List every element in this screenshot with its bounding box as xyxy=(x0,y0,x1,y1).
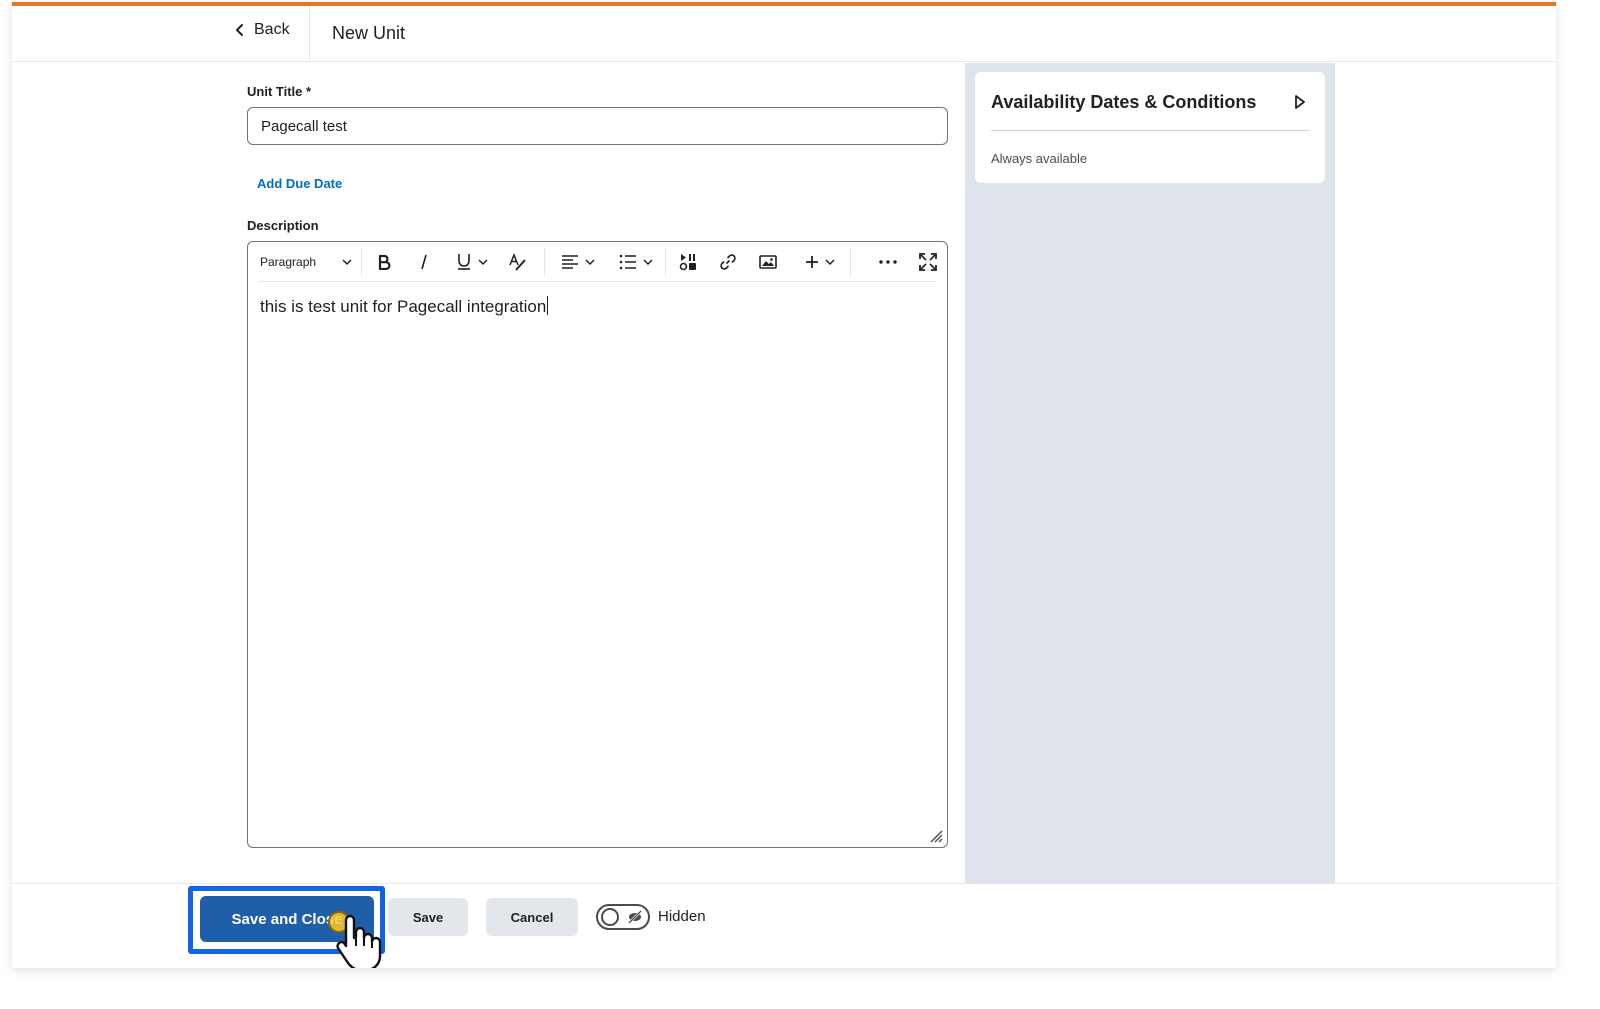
underline-icon xyxy=(458,254,470,270)
insert-stuff-icon xyxy=(679,254,696,271)
cancel-button[interactable]: Cancel xyxy=(486,898,578,936)
editor-content-text: this is test unit for Pagecall integrati… xyxy=(260,297,547,316)
hand-pointer-icon xyxy=(336,914,382,968)
toolbar-separator xyxy=(665,248,666,276)
editor-toolbar: Paragraph xyxy=(248,242,947,282)
align-icon xyxy=(562,255,578,269)
add-menu-button[interactable] xyxy=(800,250,840,274)
paragraph-style-label: Paragraph xyxy=(260,255,317,269)
text-caret xyxy=(547,296,549,315)
more-button[interactable] xyxy=(876,250,900,274)
page-title: New Unit xyxy=(332,23,406,43)
image-icon xyxy=(759,255,777,269)
back-label: Back xyxy=(254,21,290,38)
bold-button[interactable] xyxy=(372,250,396,274)
italic-button[interactable] xyxy=(412,250,436,274)
more-icon xyxy=(879,260,897,264)
insert-stuff-button[interactable] xyxy=(676,250,700,274)
save-button[interactable]: Save xyxy=(388,898,468,936)
unit-title-input[interactable] xyxy=(247,107,948,145)
chevron-down-icon xyxy=(643,259,653,266)
caret-right-icon[interactable] xyxy=(1293,94,1307,110)
add-icon xyxy=(806,256,818,268)
availability-divider xyxy=(991,130,1309,131)
list-icon xyxy=(619,254,636,270)
unit-title-label: Unit Title * xyxy=(247,84,312,99)
editor-window: Back New Unit Availability Dates & Condi… xyxy=(12,2,1556,968)
toolbar-separator xyxy=(850,248,851,276)
chevron-down-icon xyxy=(825,259,835,266)
eye-hidden-icon xyxy=(628,910,642,924)
header-divider xyxy=(309,6,310,62)
list-button[interactable] xyxy=(616,250,656,274)
fullscreen-button[interactable] xyxy=(916,250,940,274)
chevron-down-icon xyxy=(585,259,595,266)
visibility-toggle[interactable] xyxy=(596,904,650,930)
bold-icon xyxy=(378,254,391,270)
toolbar-separator xyxy=(544,248,545,276)
link-icon xyxy=(720,254,736,270)
chevron-left-icon xyxy=(236,24,243,36)
align-button[interactable] xyxy=(558,250,598,274)
chevron-down-icon xyxy=(478,259,488,266)
footer-bar: Save and Close Save Cancel Hidden xyxy=(12,883,1556,968)
back-button[interactable]: Back xyxy=(234,21,290,39)
top-header: Back New Unit xyxy=(12,6,1556,62)
text-style-icon xyxy=(509,253,526,271)
availability-card[interactable]: Availability Dates & Conditions Always a… xyxy=(975,72,1325,183)
text-style-button[interactable] xyxy=(506,250,530,274)
link-button[interactable] xyxy=(716,250,740,274)
resize-handle-icon[interactable] xyxy=(929,829,943,843)
editor-content[interactable]: this is test unit for Pagecall integrati… xyxy=(260,296,549,317)
toolbar-divider xyxy=(258,281,937,282)
paragraph-style-select[interactable]: Paragraph xyxy=(260,250,352,274)
availability-title: Availability Dates & Conditions xyxy=(991,92,1257,112)
chevron-down-icon xyxy=(342,259,352,266)
description-label: Description xyxy=(247,218,319,233)
image-button[interactable] xyxy=(756,250,780,274)
availability-status: Always available xyxy=(991,151,1088,166)
description-editor[interactable]: Paragraph this is test unit for Pagecall… xyxy=(247,241,948,848)
underline-button[interactable] xyxy=(452,250,492,274)
toolbar-separator xyxy=(361,248,362,276)
visibility-label: Hidden xyxy=(658,908,706,925)
side-panel: Availability Dates & Conditions Always a… xyxy=(965,63,1335,883)
toggle-knob xyxy=(601,908,619,926)
add-due-date-link[interactable]: Add Due Date xyxy=(257,176,342,191)
fullscreen-icon xyxy=(919,253,937,271)
italic-icon xyxy=(421,254,427,270)
